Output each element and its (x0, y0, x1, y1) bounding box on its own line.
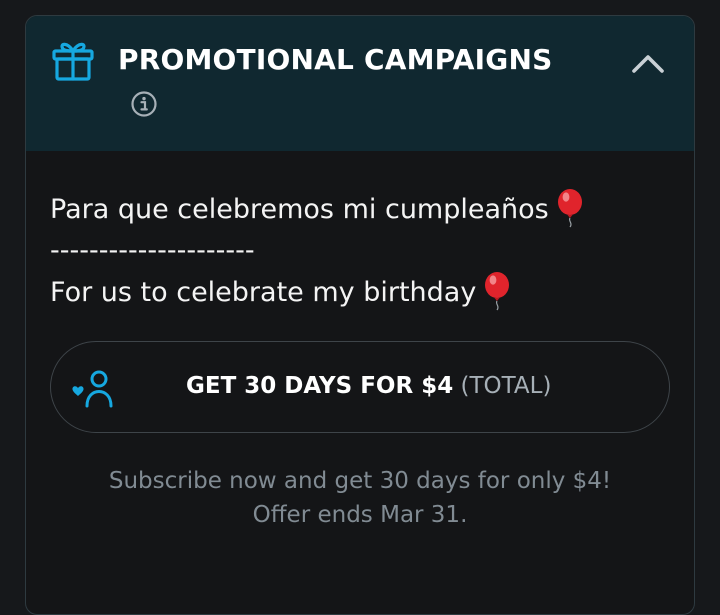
gift-icon (51, 39, 95, 83)
message-line-english: For us to celebrate my birthday (50, 271, 670, 313)
collapse-button[interactable] (624, 44, 672, 84)
offer-description: Subscribe now and get 30 days for only $… (50, 464, 670, 532)
subscribe-offer-button[interactable]: GET 30 DAYS FOR $4 (TOTAL) (50, 341, 670, 433)
offer-price-text: GET 30 DAYS FOR $4 (186, 373, 454, 399)
chevron-up-icon (624, 55, 672, 88)
balloon-icon (555, 188, 585, 228)
fan-subscribe-icon (70, 369, 118, 409)
offer-description-line: Subscribe now and get 30 days for only $… (108, 468, 612, 494)
info-icon[interactable] (130, 90, 158, 118)
message-text: Para que celebremos mi cumpleaños (50, 194, 549, 225)
message-text: For us to celebrate my birthday (50, 277, 477, 308)
section-title: PROMOTIONAL CAMPAIGNS (118, 43, 553, 76)
balloon-icon (482, 271, 512, 311)
message-divider: --------------------- (50, 235, 255, 266)
card-header: PROMOTIONAL CAMPAIGNS (26, 16, 694, 151)
offer-total-text: (TOTAL) (460, 373, 552, 399)
campaign-message: Para que celebremos mi cumpleaños ------… (50, 188, 670, 313)
offer-label: GET 30 DAYS FOR $4 (TOTAL) (186, 373, 551, 399)
message-line-spanish: Para que celebremos mi cumpleaños (50, 188, 670, 230)
offer-expiry: Offer ends Mar 31. (252, 502, 468, 528)
promotional-campaigns-card: PROMOTIONAL CAMPAIGNS Para que celebremo… (25, 15, 695, 615)
